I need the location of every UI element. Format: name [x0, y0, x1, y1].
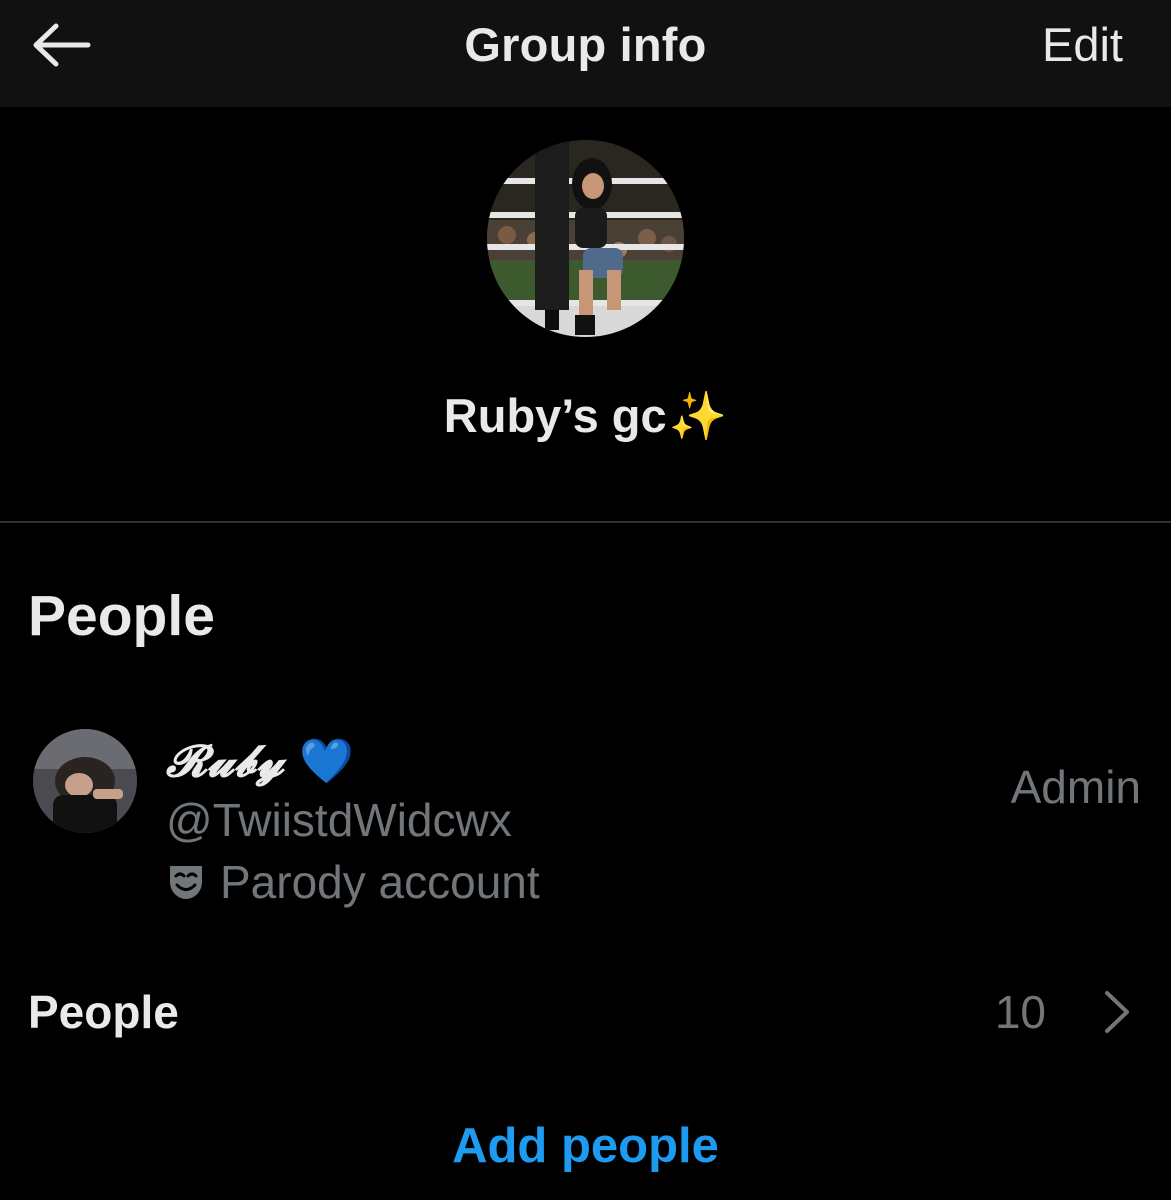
avatar[interactable] [33, 729, 137, 833]
member-row[interactable]: 𝓡𝓾𝓫𝔂 💙 @TwiistdWidcwx Parody account Adm… [0, 715, 1171, 925]
group-avatar-image [487, 140, 684, 337]
top-bar: Group info Edit [0, 0, 1171, 107]
people-row-label: People [28, 986, 179, 1038]
member-name-text: 𝓡𝓾𝓫𝔂 [166, 736, 285, 787]
edit-button[interactable]: Edit [1042, 17, 1123, 72]
add-people-button[interactable]: Add people [0, 1118, 1171, 1174]
member-label-text: Parody account [220, 856, 540, 908]
page-title: Group info [464, 18, 707, 71]
chevron-right-icon [1101, 989, 1131, 1035]
sparkles-emoji: ✨ [668, 389, 728, 442]
group-avatar[interactable] [487, 140, 684, 337]
group-name-text: Ruby’s gc [443, 389, 667, 442]
member-parody-label: Parody account [166, 855, 540, 909]
people-count: 10 [994, 986, 1046, 1038]
member-display-name: 𝓡𝓾𝓫𝔂 💙 [166, 735, 354, 787]
member-handle: @TwiistdWidcwx [166, 794, 512, 846]
member-avatar-image [33, 729, 137, 833]
people-section-heading: People [28, 584, 215, 648]
people-list-row[interactable]: People 10 [0, 975, 1171, 1055]
section-divider [0, 521, 1171, 523]
member-role-badge: Admin [1010, 761, 1141, 813]
blue-heart-emoji: 💙 [299, 736, 355, 787]
theater-mask-icon [170, 866, 202, 899]
group-name: Ruby’s gc✨ [0, 388, 1171, 444]
